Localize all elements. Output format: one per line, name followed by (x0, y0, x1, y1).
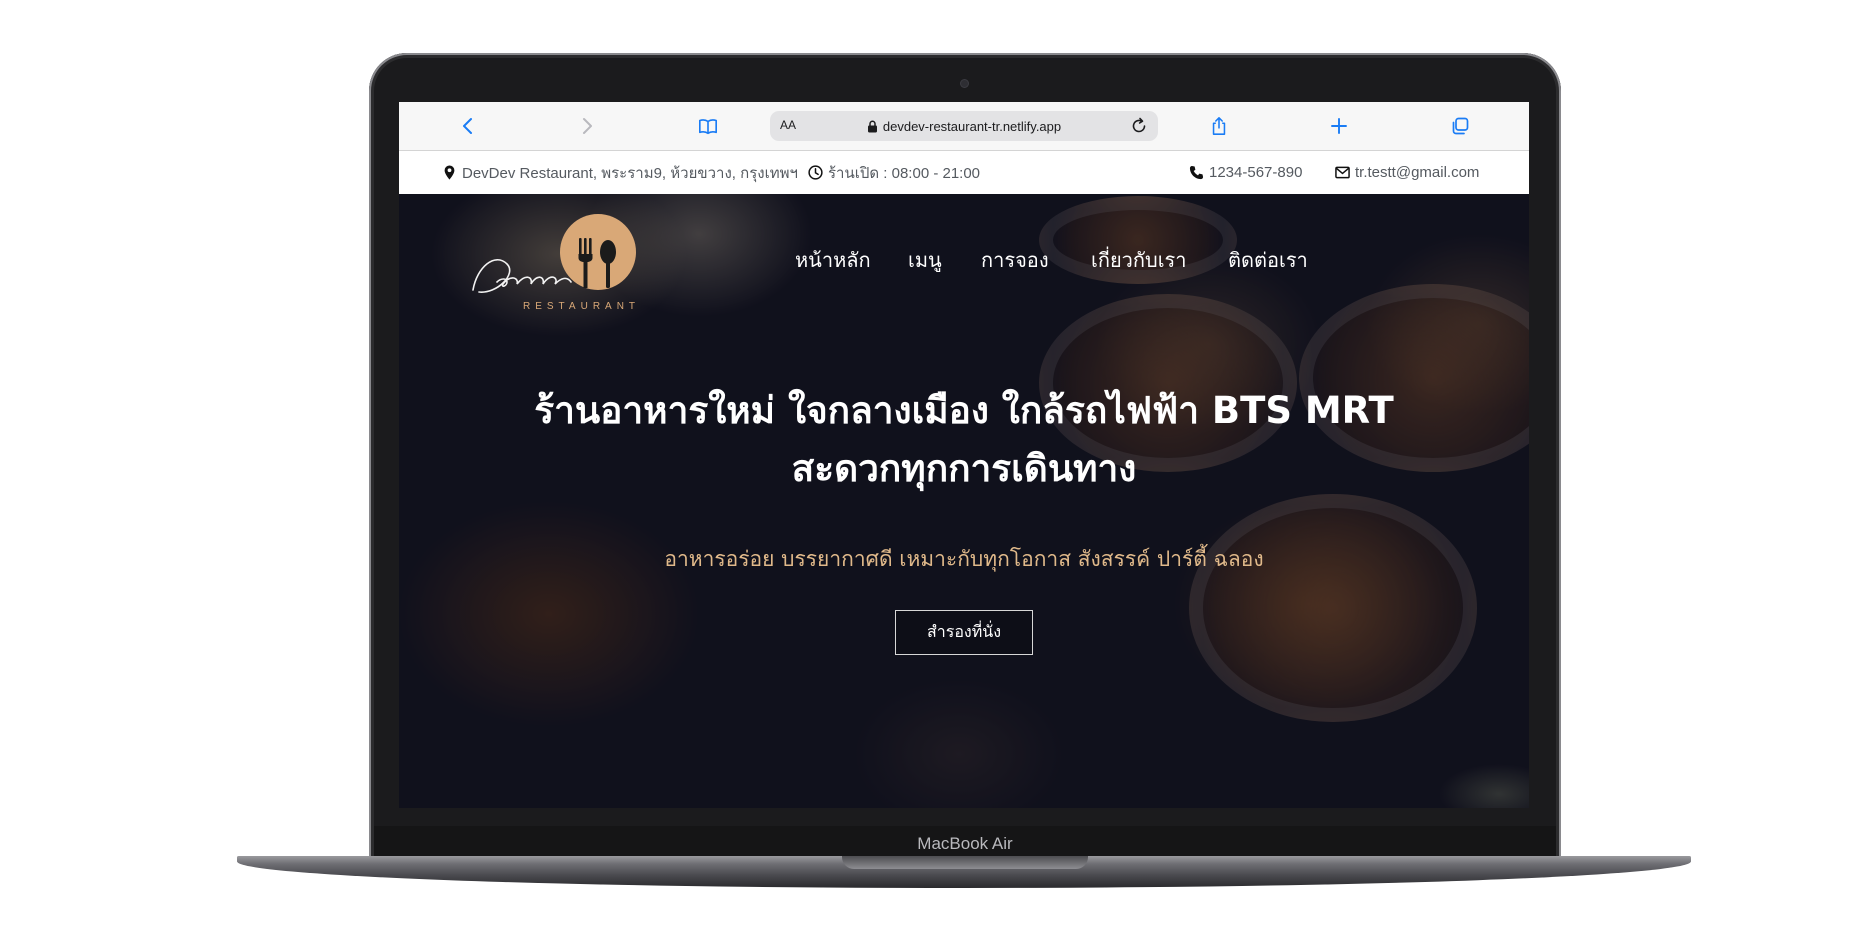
hero-section: RESTAURANT หน้าหลัก เมนู การจอง เกี่ยวกั… (399, 194, 1529, 808)
hours-text: ร้านเปิด : 08:00 - 21:00 (828, 164, 981, 182)
hero-headline-line-1: ร้านอาหารใหม่ ใจกลางเมือง ใกล้รถไฟฟ้า BT… (534, 389, 1394, 432)
forward-button[interactable] (575, 114, 599, 138)
camera-icon (961, 80, 968, 87)
back-button[interactable] (456, 114, 480, 138)
chevron-left-icon (463, 118, 472, 134)
nav-reservation[interactable]: การจอง (981, 244, 1049, 276)
address-bar[interactable]: AA devdev-restaurant-tr.netlify.app (770, 111, 1158, 141)
logo-script-text (472, 258, 572, 293)
chevron-right-icon (583, 118, 592, 134)
share-button[interactable] (1207, 114, 1231, 138)
phone-text: 1234-567-890 (1209, 164, 1303, 181)
tabs-icon (1452, 117, 1469, 135)
hours-info: ร้านเปิด : 08:00 - 21:00 (808, 151, 980, 194)
phone-info[interactable]: 1234-567-890 (1189, 151, 1302, 194)
envelope-icon (1335, 166, 1350, 179)
browser-toolbar: AA devdev-restaurant-tr.netlify.app (399, 102, 1529, 151)
address-text: DevDev Restaurant, พระราม9, ห้วยขวาง, กร… (462, 164, 798, 182)
reserve-seat-button[interactable]: สำรองที่นั่ง (895, 610, 1033, 655)
address-info: DevDev Restaurant, พระราม9, ห้วยขวาง, กร… (442, 151, 798, 194)
hero-subheadline: อาหารอร่อย บรรยากาศดี เหมาะกับทุกโอกาส ส… (664, 547, 1264, 571)
laptop-screen: AA devdev-restaurant-tr.netlify.app DevD… (399, 102, 1529, 808)
hero-headline: ร้านอาหารใหม่ ใจกลางเมือง ใกล้รถไฟฟ้า BT… (399, 382, 1529, 498)
phone-icon (1189, 165, 1204, 180)
contact-info-bar: DevDev Restaurant, พระราม9, ห้วยขวาง, กร… (399, 151, 1529, 194)
clock-icon (808, 165, 823, 180)
laptop-hinge-notch (842, 856, 1088, 869)
nav-home[interactable]: หน้าหลัก (795, 244, 871, 276)
plus-icon (1331, 118, 1347, 134)
logo-subtext: RESTAURANT (523, 301, 640, 312)
nav-menu[interactable]: เมนู (908, 244, 942, 276)
bookmarks-button[interactable] (696, 114, 720, 138)
email-info[interactable]: tr.testt@gmail.com (1335, 151, 1479, 194)
nav-contact[interactable]: ติดต่อเรา (1228, 244, 1308, 276)
map-pin-icon (444, 165, 455, 180)
share-icon (1212, 117, 1226, 135)
new-tab-button[interactable] (1327, 114, 1351, 138)
reload-icon[interactable] (1130, 117, 1148, 135)
restaurant-logo[interactable]: RESTAURANT (467, 212, 643, 312)
lock-icon (867, 120, 877, 132)
url-text: devdev-restaurant-tr.netlify.app (882, 118, 1062, 134)
email-text: tr.testt@gmail.com (1355, 164, 1480, 181)
book-icon (699, 119, 717, 135)
tabs-overview-button[interactable] (1448, 114, 1472, 138)
nav-about[interactable]: เกี่ยวกับเรา (1091, 244, 1187, 276)
hero-headline-line-2: สะดวกทุกการเดินทาง (791, 447, 1137, 490)
